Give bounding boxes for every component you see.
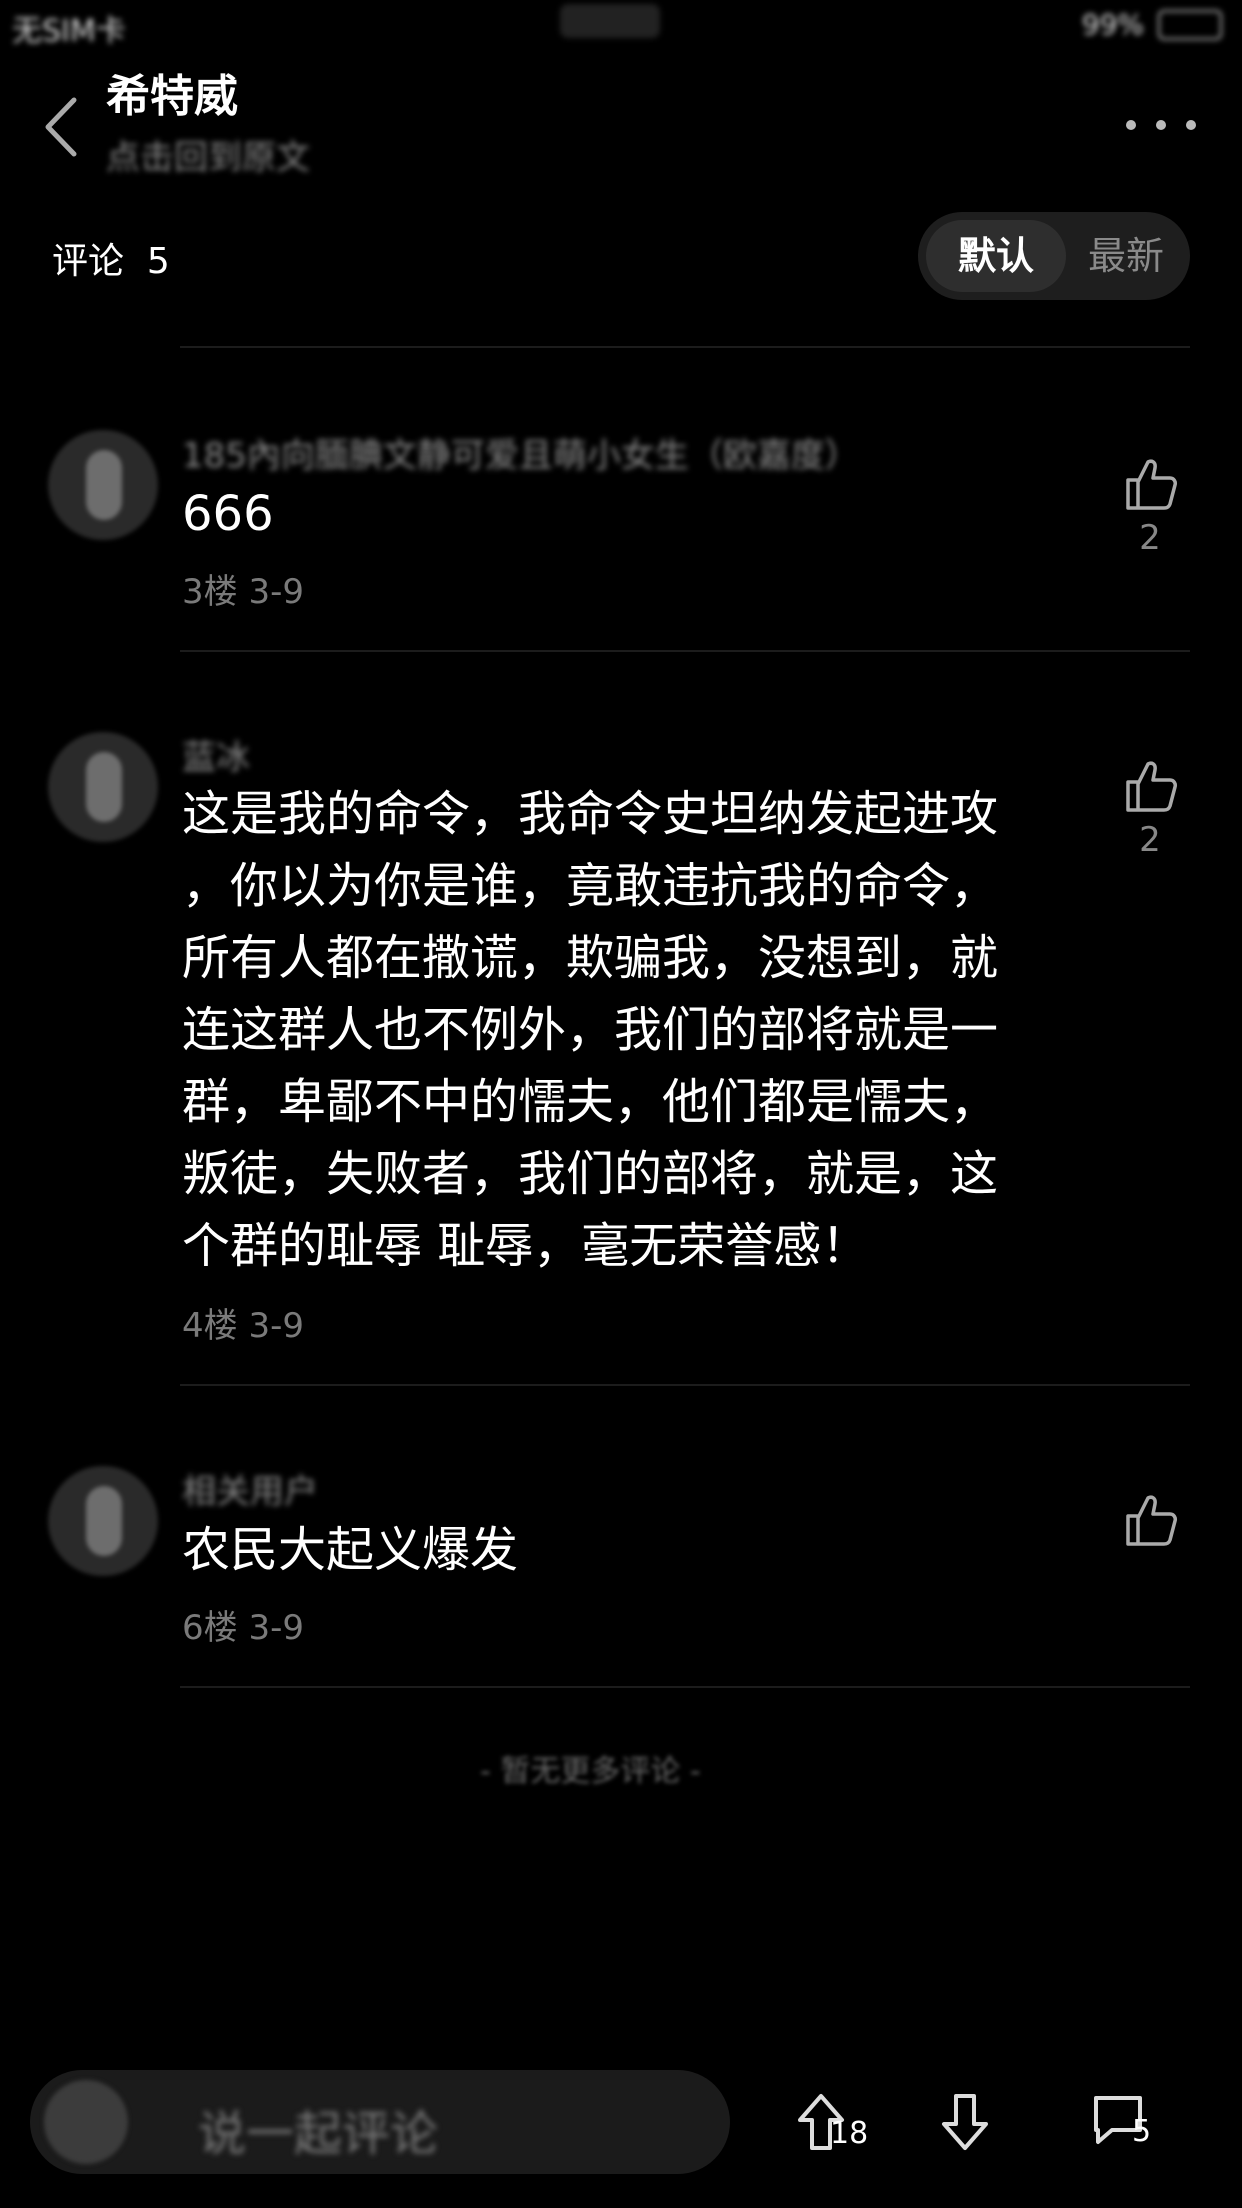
- downvote-button[interactable]: [940, 2092, 1000, 2156]
- sort-default-button[interactable]: 默认: [926, 220, 1066, 292]
- battery-percent: 99%: [1081, 8, 1144, 41]
- comment-text: 666: [182, 486, 274, 542]
- dot-icon: [1186, 120, 1196, 130]
- thumbs-up-icon: [1126, 1495, 1177, 1546]
- comment-input[interactable]: 说一起评论: [30, 2070, 730, 2174]
- sort-toggle: 默认 最新: [918, 212, 1190, 300]
- status-bar: 无SIM卡 99%: [0, 0, 1242, 50]
- divider: [180, 1384, 1190, 1386]
- back-to-post-link[interactable]: 点击回到原文: [106, 130, 310, 179]
- thumbs-up-icon: [1126, 459, 1177, 510]
- divider: [180, 650, 1190, 652]
- comment-meta: 3楼 3-9: [182, 572, 304, 612]
- avatar[interactable]: [48, 732, 158, 842]
- thumbs-up-icon: [1126, 761, 1177, 812]
- comment-meta: 4楼 3-9: [182, 1306, 304, 1346]
- comment-text: 这是我的命令，我命令史坦纳发起进攻 ，你以为你是谁，竟敢违抗我的命令， 所有人都…: [182, 786, 999, 1274]
- comments-label: 评论: [52, 241, 125, 282]
- comment-meta: 6楼 3-9: [182, 1608, 304, 1648]
- sort-latest-button[interactable]: 最新: [1068, 220, 1184, 292]
- chevron-left-icon: [45, 97, 77, 157]
- divider: [180, 346, 1190, 348]
- comment-text: 农民大起义爆发: [182, 1522, 519, 1578]
- status-right: 99%: [1082, 8, 1222, 41]
- like-button[interactable]: [1120, 1490, 1180, 1550]
- comment-count-label: 评论 5: [52, 232, 170, 284]
- back-button[interactable]: [40, 92, 84, 162]
- upvote-button[interactable]: 18: [796, 2092, 886, 2156]
- page-title: 希特威: [106, 71, 238, 122]
- avatar[interactable]: [48, 430, 158, 540]
- like-button[interactable]: [1120, 756, 1180, 816]
- comment-count: 5: [1132, 2114, 1152, 2149]
- avatar: [44, 2080, 128, 2164]
- like-button[interactable]: [1120, 454, 1180, 514]
- carrier-label: 无SIM卡: [12, 14, 126, 49]
- arrow-down-icon: [942, 2094, 988, 2150]
- comments-count: 5: [146, 241, 170, 282]
- comment-username[interactable]: 185內向腼腆文静可爱且萌小女生（欧嘉度）: [182, 428, 859, 477]
- status-center-block: [560, 4, 660, 38]
- like-count: 2: [1139, 518, 1161, 558]
- comments-button[interactable]: 5: [1092, 2092, 1192, 2156]
- like-count: 2: [1139, 820, 1161, 860]
- divider: [180, 1686, 1190, 1688]
- battery-icon: [1158, 9, 1222, 40]
- comment-username[interactable]: 蓝冰: [182, 730, 250, 779]
- dot-icon: [1156, 120, 1166, 130]
- upvote-count: 18: [830, 2116, 869, 2151]
- comment-username[interactable]: 相关用户: [182, 1464, 318, 1513]
- dot-icon: [1126, 120, 1136, 130]
- end-of-comments-note: - 暂无更多评论 -: [480, 1754, 701, 1789]
- more-options-button[interactable]: [1126, 110, 1196, 140]
- comment-input-placeholder: 说一起评论: [198, 2106, 439, 2162]
- avatar[interactable]: [48, 1466, 158, 1576]
